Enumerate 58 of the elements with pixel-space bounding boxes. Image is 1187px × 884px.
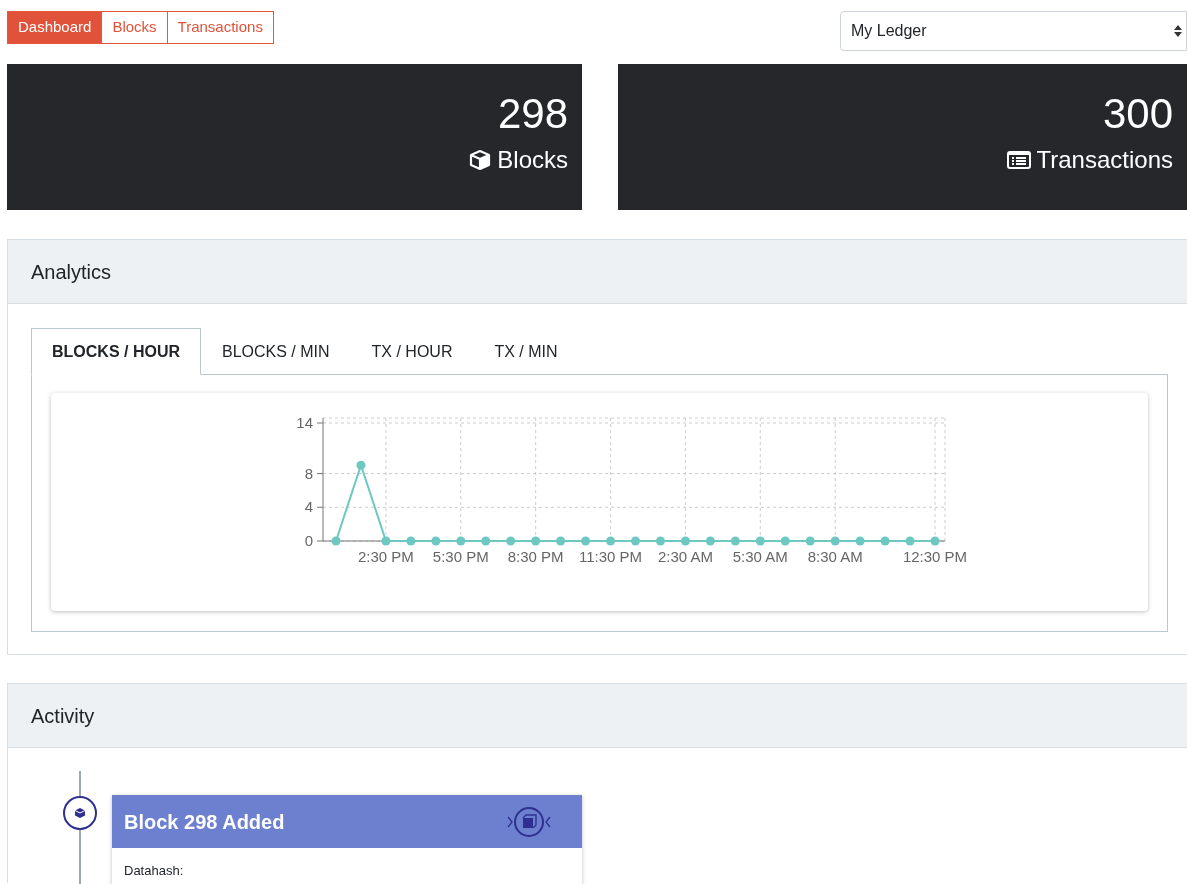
data-point — [680, 536, 690, 546]
y-tick-label: 14 — [296, 414, 313, 431]
chart-tab[interactable]: TX / MIN — [473, 328, 579, 375]
card-title: Block 298 Added — [124, 809, 285, 835]
x-tick-label: 2:30 AM — [657, 548, 713, 565]
data-point — [356, 460, 366, 470]
data-point — [930, 536, 940, 546]
data-point — [431, 536, 441, 546]
data-point — [406, 536, 416, 546]
panel-title: Analytics — [31, 259, 112, 285]
nav-tab[interactable]: Blocks — [102, 11, 168, 44]
stat-label: Transactions — [1036, 145, 1173, 175]
stat-value: 298 — [497, 89, 568, 139]
data-point — [381, 536, 391, 546]
y-tick-label: 0 — [304, 532, 313, 549]
x-tick-label: 5:30 AM — [732, 548, 788, 565]
data-point — [855, 536, 865, 546]
data-point — [556, 536, 566, 546]
chart-tab[interactable]: BLOCKS / HOUR — [31, 328, 201, 375]
data-point — [531, 536, 541, 546]
cube-icon — [74, 807, 86, 819]
x-tick-label: 5:30 PM — [432, 548, 489, 565]
data-point — [905, 536, 915, 546]
panel-title: Activity — [31, 703, 95, 729]
data-point — [631, 536, 640, 546]
data-point — [780, 536, 790, 546]
chart-tab[interactable]: TX / HOUR — [350, 328, 474, 375]
stat-label: Blocks — [497, 145, 568, 175]
select-value: My Ledger — [851, 21, 927, 41]
x-tick-label: 2:30 PM — [358, 548, 414, 565]
sort-caret-icon — [1174, 24, 1182, 38]
data-point — [456, 536, 466, 546]
data-point — [506, 536, 516, 546]
nav-tab[interactable]: Dashboard — [7, 11, 103, 44]
data-point — [331, 536, 341, 546]
x-tick-label: 12:30 PM — [902, 548, 968, 565]
data-point — [655, 536, 665, 546]
data-point — [606, 536, 616, 546]
data-point — [755, 536, 765, 546]
data-point — [481, 536, 491, 546]
x-tick-label: 8:30 AM — [807, 548, 863, 565]
data-point — [581, 536, 591, 546]
nav-tab[interactable]: Transactions — [167, 11, 274, 44]
chart-tab[interactable]: BLOCKS / MIN — [201, 328, 351, 375]
ledger-select[interactable]: My Ledger — [840, 11, 1187, 51]
list-icon — [1006, 150, 1031, 170]
data-point — [730, 536, 740, 546]
data-point — [880, 536, 890, 546]
data-point — [805, 536, 815, 546]
data-point — [830, 536, 840, 546]
stat-value: 300 — [1102, 89, 1173, 139]
field-label: Datahash: — [124, 862, 184, 880]
data-point — [705, 536, 715, 546]
y-tick-label: 8 — [304, 464, 313, 482]
y-tick-label: 4 — [304, 498, 313, 516]
x-tick-label: 11:30 PM — [579, 548, 643, 565]
cube-icon — [469, 149, 492, 171]
x-tick-label: 8:30 PM — [507, 548, 564, 565]
